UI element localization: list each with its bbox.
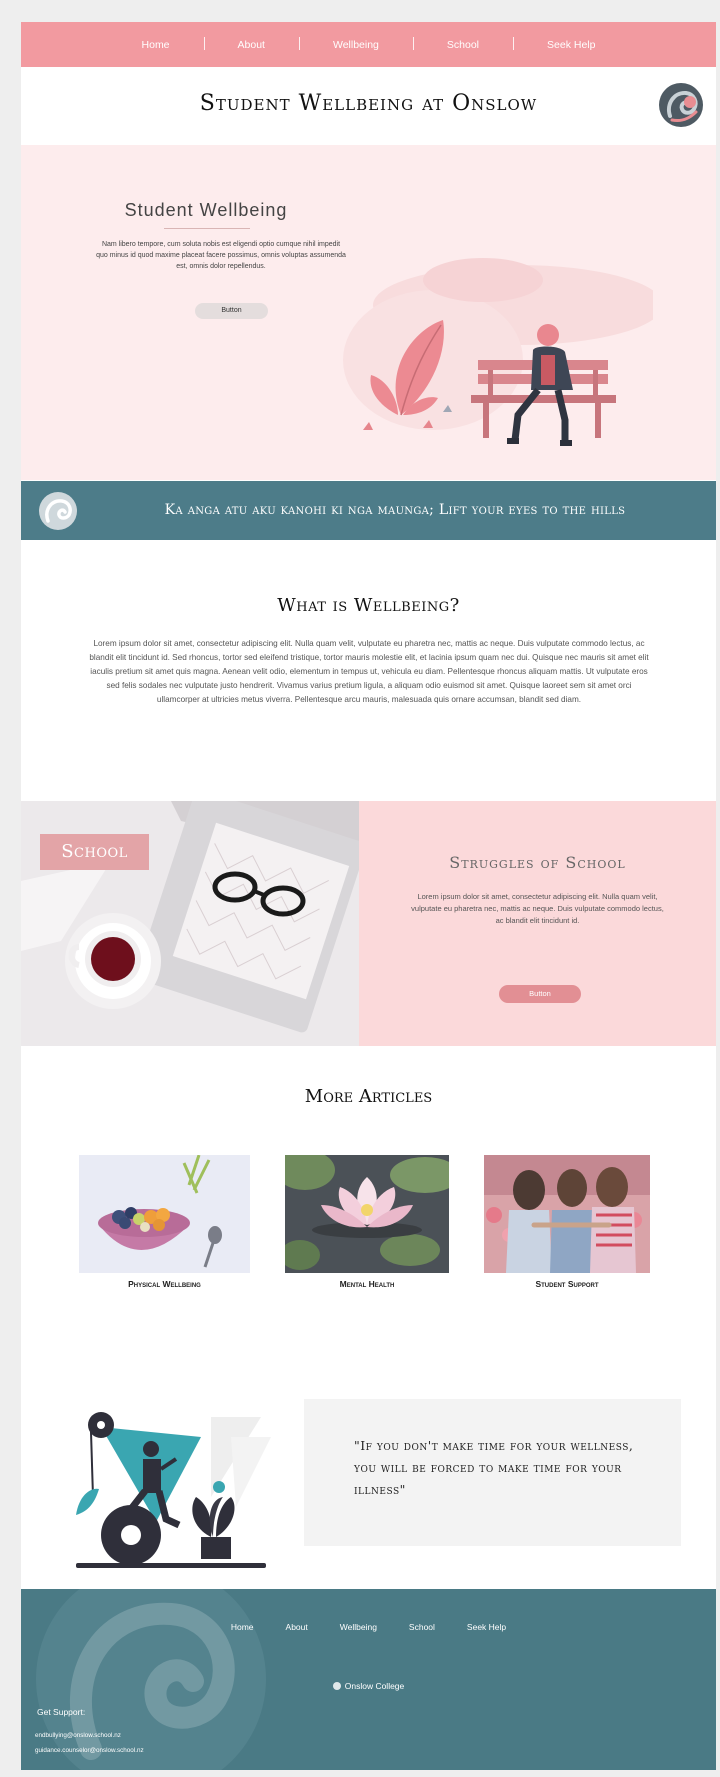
hero-button[interactable]: Button: [195, 303, 268, 319]
hero-divider: [164, 228, 250, 229]
nav-wellbeing[interactable]: Wellbeing: [298, 36, 413, 51]
footer-nav-about[interactable]: About: [270, 1622, 324, 1632]
school-tag: School: [40, 834, 149, 870]
logo-icon[interactable]: [658, 82, 704, 128]
quote-text: "If you don't make time for your wellnes…: [354, 1438, 634, 1497]
struggles-section: Struggles of School Lorem ipsum dolor si…: [359, 801, 716, 1046]
footer-brand-label: Onslow College: [344, 1681, 405, 1691]
nav-school[interactable]: School: [412, 36, 513, 51]
nav-seek-help[interactable]: Seek Help: [513, 36, 629, 51]
site-title: Student Wellbeing at Onslow: [199, 91, 538, 116]
footer-nav-school[interactable]: School: [393, 1622, 451, 1632]
banner-logo-icon: [39, 492, 77, 530]
brand-dot-icon: [332, 1682, 341, 1690]
wellbeing-title: What is Wellbeing?: [277, 595, 460, 616]
top-nav: Home About Wellbeing School Seek Help: [21, 22, 716, 67]
footer-email-guidance[interactable]: guidance.counselor@onslow.school.nz: [35, 1747, 144, 1754]
footer-nav-home[interactable]: Home: [215, 1622, 270, 1632]
footer-nav-wellbeing[interactable]: Wellbeing: [324, 1622, 393, 1632]
article-title-mental[interactable]: Mental Health: [285, 1279, 449, 1289]
article-title-physical[interactable]: Physical Wellbeing: [79, 1279, 250, 1289]
footer-brand: Onslow College: [21, 1681, 716, 1691]
nav-about[interactable]: About: [203, 36, 299, 51]
hero-title: Student Wellbeing: [124, 200, 288, 220]
hero-section: Student Wellbeing Nam libero tempore, cu…: [21, 145, 716, 480]
physical-wellbeing-image[interactable]: [79, 1155, 250, 1273]
footer-logo-watermark-icon: [36, 1589, 266, 1770]
struggles-button[interactable]: Button: [499, 985, 581, 1003]
footer: Home About Wellbeing School Seek Help On…: [21, 1589, 716, 1770]
footer-email-bullying[interactable]: endbullying@onslow.school.nz: [35, 1732, 121, 1739]
article-card-support[interactable]: Student Support: [484, 1155, 650, 1289]
quote-box: "If you don't make time for your wellnes…: [304, 1399, 681, 1546]
hero-text: Nam libero tempore, cum soluta nobis est…: [96, 241, 346, 270]
banner-text: Ka anga atu aku kanohi ki nga maunga; Li…: [164, 502, 626, 518]
page: Home About Wellbeing School Seek Help St…: [21, 22, 716, 1770]
footer-support-label: Get Support:: [37, 1707, 86, 1717]
student-support-image[interactable]: [484, 1155, 650, 1273]
article-card-physical[interactable]: Physical Wellbeing: [79, 1155, 250, 1289]
quote-illustration: [76, 1412, 271, 1568]
footer-nav: Home About Wellbeing School Seek Help: [21, 1622, 716, 1632]
article-title-support[interactable]: Student Support: [484, 1279, 650, 1289]
school-image: School: [21, 801, 359, 1046]
hero-illustration: [343, 258, 653, 446]
footer-nav-seek-help[interactable]: Seek Help: [451, 1622, 522, 1632]
mental-health-image[interactable]: [285, 1155, 449, 1273]
articles-title: More Articles: [304, 1086, 433, 1107]
article-card-mental[interactable]: Mental Health: [285, 1155, 449, 1289]
struggles-title: Struggles of School: [449, 853, 626, 872]
nav-home[interactable]: Home: [108, 39, 204, 51]
motto-banner: Ka anga atu aku kanohi ki nga maunga; Li…: [21, 481, 716, 540]
struggles-text: Lorem ipsum dolor sit amet, consectetur …: [411, 892, 664, 925]
wellbeing-text: Lorem ipsum dolor sit amet, consectetur …: [89, 639, 649, 704]
